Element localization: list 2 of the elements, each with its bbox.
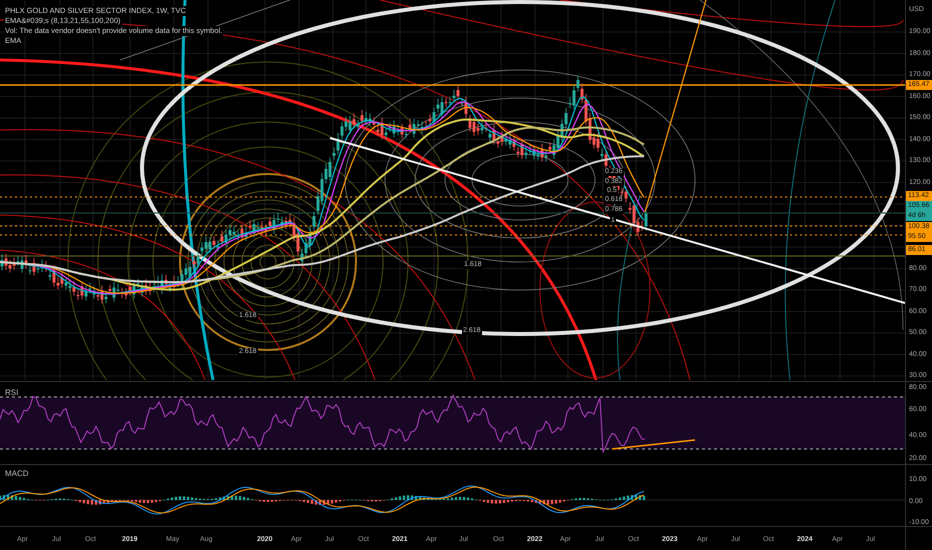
pane-title: MACD	[5, 469, 29, 478]
pane-title: RSI	[5, 388, 18, 397]
